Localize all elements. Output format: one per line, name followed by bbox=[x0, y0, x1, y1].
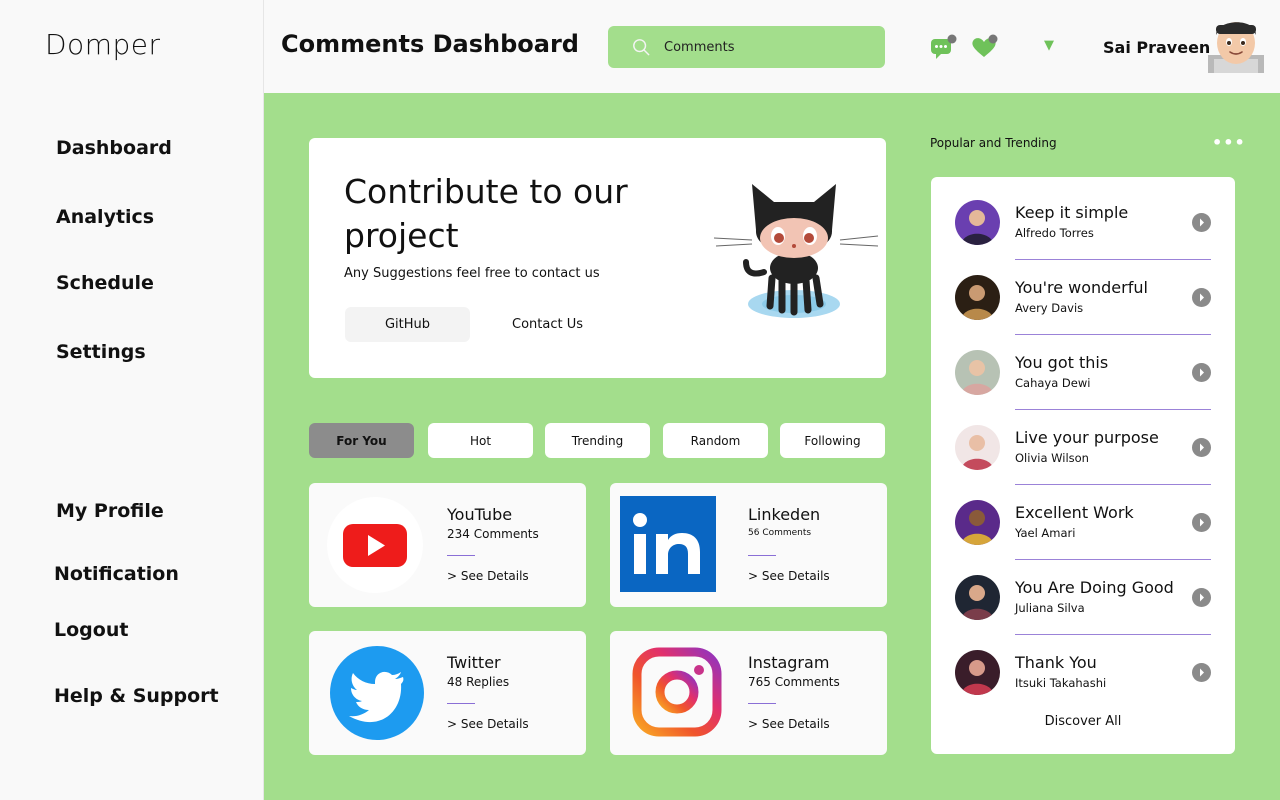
instagram-icon bbox=[632, 647, 722, 737]
platform-count: 56 Comments bbox=[748, 528, 812, 538]
header: Comments Dashboard ▼ Sai Praveen bbox=[264, 0, 1280, 93]
sidebar-item-help-support[interactable]: Help & Support bbox=[54, 685, 219, 707]
trending-author: Juliana Silva bbox=[1015, 601, 1085, 615]
platform-card-instagram[interactable]: Instagram 765 Comments > See Details bbox=[610, 631, 887, 755]
sidebar-item-settings[interactable]: Settings bbox=[56, 341, 146, 363]
avatar bbox=[955, 275, 1000, 320]
divider bbox=[447, 703, 475, 704]
see-details-link[interactable]: > See Details bbox=[447, 717, 529, 731]
filter-for-you[interactable]: For You bbox=[309, 423, 414, 458]
more-options-icon[interactable]: ••• bbox=[1212, 133, 1246, 152]
trending-item[interactable]: You Are Doing Good Juliana Silva bbox=[955, 552, 1211, 635]
platform-name: Twitter bbox=[447, 653, 501, 672]
discover-all-link[interactable]: Discover All bbox=[931, 714, 1235, 729]
platform-count: 234 Comments bbox=[447, 527, 539, 541]
chevron-down-icon[interactable]: ▼ bbox=[1044, 38, 1054, 53]
trending-item[interactable]: Thank You Itsuki Takahashi bbox=[955, 627, 1211, 702]
trending-author: Itsuki Takahashi bbox=[1015, 676, 1107, 690]
trending-item[interactable]: You're wonderful Avery Davis bbox=[955, 252, 1211, 335]
twitter-icon bbox=[330, 646, 424, 740]
chevron-right-icon[interactable] bbox=[1192, 213, 1211, 232]
platform-card-linkedin[interactable]: Linkeden 56 Comments > See Details bbox=[610, 483, 887, 607]
search-bar[interactable] bbox=[608, 26, 885, 68]
trending-text: Live your purpose bbox=[1015, 428, 1159, 447]
sidebar-item-schedule[interactable]: Schedule bbox=[56, 272, 154, 294]
see-details-link[interactable]: > See Details bbox=[447, 569, 529, 583]
trending-item[interactable]: Keep it simple Alfredo Torres bbox=[955, 177, 1211, 260]
youtube-icon bbox=[327, 497, 423, 593]
trending-author: Alfredo Torres bbox=[1015, 226, 1094, 240]
octocat-icon bbox=[713, 184, 879, 318]
chevron-right-icon[interactable] bbox=[1192, 663, 1211, 682]
sidebar-item-my-profile[interactable]: My Profile bbox=[56, 500, 164, 522]
platform-card-twitter[interactable]: Twitter 48 Replies > See Details bbox=[309, 631, 586, 755]
trending-author: Cahaya Dewi bbox=[1015, 376, 1091, 390]
filter-random[interactable]: Random bbox=[663, 423, 768, 458]
see-details-link[interactable]: > See Details bbox=[748, 569, 830, 583]
sidebar-item-dashboard[interactable]: Dashboard bbox=[56, 137, 172, 159]
chevron-right-icon[interactable] bbox=[1192, 438, 1211, 457]
filter-trending[interactable]: Trending bbox=[545, 423, 650, 458]
sidebar-item-notification[interactable]: Notification bbox=[54, 563, 179, 585]
filter-hot[interactable]: Hot bbox=[428, 423, 533, 458]
avatar bbox=[955, 350, 1000, 395]
avatar[interactable] bbox=[1208, 15, 1264, 73]
divider bbox=[748, 703, 776, 704]
see-details-link[interactable]: > See Details bbox=[748, 717, 830, 731]
sidebar-item-logout[interactable]: Logout bbox=[54, 619, 128, 641]
trending-item[interactable]: You got this Cahaya Dewi bbox=[955, 327, 1211, 410]
platform-name: Linkeden bbox=[748, 505, 821, 524]
platform-count: 48 Replies bbox=[447, 675, 510, 689]
page-title: Comments Dashboard bbox=[281, 30, 579, 58]
avatar bbox=[955, 650, 1000, 695]
linkedin-icon bbox=[620, 496, 716, 592]
trending-title: Popular and Trending bbox=[930, 136, 1057, 150]
trending-text: Thank You bbox=[1015, 653, 1097, 672]
app-logo[interactable]: Domper bbox=[45, 28, 160, 61]
search-icon bbox=[633, 39, 650, 56]
avatar bbox=[955, 575, 1000, 620]
trending-panel: Keep it simple Alfredo Torres You're won… bbox=[931, 177, 1235, 754]
platform-count: 765 Comments bbox=[748, 675, 840, 689]
trending-text: You got this bbox=[1015, 353, 1109, 372]
trending-text: You Are Doing Good bbox=[1015, 578, 1174, 597]
trending-text: Keep it simple bbox=[1015, 203, 1129, 222]
chat-icon[interactable] bbox=[929, 34, 957, 60]
heart-icon[interactable] bbox=[970, 34, 998, 60]
contact-us-button[interactable]: Contact Us bbox=[485, 307, 610, 342]
github-button[interactable]: GitHub bbox=[345, 307, 470, 342]
hero-title: Contribute to our project bbox=[344, 172, 628, 255]
chevron-right-icon[interactable] bbox=[1192, 288, 1211, 307]
sidebar-item-analytics[interactable]: Analytics bbox=[56, 206, 154, 228]
trending-item[interactable]: Excellent Work Yael Amari bbox=[955, 477, 1211, 560]
hero-card: Contribute to our project Any Suggestion… bbox=[309, 138, 886, 378]
trending-author: Yael Amari bbox=[1015, 526, 1076, 540]
trending-author: Avery Davis bbox=[1015, 301, 1084, 315]
main-content: Contribute to our project Any Suggestion… bbox=[264, 93, 1280, 800]
hero-subtitle: Any Suggestions feel free to contact us bbox=[344, 266, 600, 281]
platform-name: Instagram bbox=[748, 653, 830, 672]
sidebar: Domper Dashboard Analytics Schedule Sett… bbox=[0, 0, 264, 800]
chevron-right-icon[interactable] bbox=[1192, 513, 1211, 532]
divider bbox=[748, 555, 776, 556]
avatar bbox=[955, 425, 1000, 470]
avatar bbox=[955, 200, 1000, 245]
trending-item[interactable]: Live your purpose Olivia Wilson bbox=[955, 402, 1211, 485]
platform-name: YouTube bbox=[447, 505, 513, 524]
user-name[interactable]: Sai Praveen bbox=[1103, 38, 1210, 57]
search-input[interactable] bbox=[664, 39, 864, 55]
platform-card-youtube[interactable]: YouTube 234 Comments > See Details bbox=[309, 483, 586, 607]
trending-author: Olivia Wilson bbox=[1015, 451, 1089, 465]
filter-following[interactable]: Following bbox=[780, 423, 885, 458]
avatar bbox=[955, 500, 1000, 545]
trending-text: You're wonderful bbox=[1015, 278, 1148, 297]
trending-text: Excellent Work bbox=[1015, 503, 1134, 522]
divider bbox=[447, 555, 475, 556]
chevron-right-icon[interactable] bbox=[1192, 588, 1211, 607]
filter-tabs: For You Hot Trending Random Following bbox=[309, 423, 886, 459]
chevron-right-icon[interactable] bbox=[1192, 363, 1211, 382]
